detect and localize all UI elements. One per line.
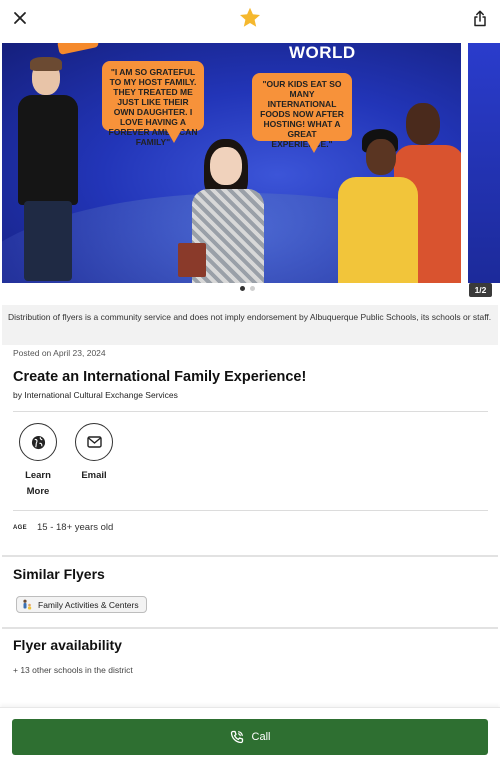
availability-text: + 13 other schools in the district xyxy=(13,665,133,675)
age-range: AGE 15 - 18+ years old xyxy=(13,522,113,533)
age-tag: AGE xyxy=(13,524,27,531)
pagination-dot[interactable] xyxy=(250,286,255,291)
email-label: Email xyxy=(81,470,107,481)
section-separator xyxy=(2,627,498,629)
family-activities-icon xyxy=(23,599,32,610)
divider xyxy=(13,411,488,412)
book-graphic xyxy=(178,243,206,277)
share-icon xyxy=(474,10,486,26)
email-button[interactable]: Email xyxy=(64,423,124,484)
student-figure-legs xyxy=(24,201,72,281)
availability-title: Flyer availability xyxy=(13,637,122,653)
disclaimer-text: Distribution of flyers is a community se… xyxy=(2,305,498,345)
phone-call-icon xyxy=(230,730,243,744)
flyer-detail-page: WORLD "I AM SO GRATEFUL TO MY HOST FAMIL… xyxy=(0,0,500,764)
call-button[interactable]: Call xyxy=(12,719,488,755)
student-figure xyxy=(18,95,78,205)
pagination-dot-active[interactable] xyxy=(240,286,245,291)
globe-icon xyxy=(31,435,45,449)
slide-counter: 1/2 xyxy=(469,283,492,297)
decorative-banner xyxy=(56,43,100,56)
woman-figure xyxy=(338,177,418,283)
mail-icon xyxy=(86,436,102,448)
top-bar xyxy=(0,0,500,40)
flyer-image[interactable]: WORLD "I AM SO GRATEFUL TO MY HOST FAMIL… xyxy=(2,43,461,283)
carousel-pagination xyxy=(240,286,260,292)
star-icon xyxy=(240,7,260,27)
call-button-label: Call xyxy=(251,731,271,743)
category-chip-label: Family Activities & Centers xyxy=(38,599,139,610)
bottom-action-bar: Call xyxy=(0,707,500,764)
woman-figure-head xyxy=(366,139,396,175)
favorite-button[interactable] xyxy=(236,4,264,32)
flyer-heading: WORLD xyxy=(289,43,356,62)
flyer-byline: by International Cultural Exchange Servi… xyxy=(13,390,178,400)
flyer-title: Create an International Family Experienc… xyxy=(13,369,307,385)
close-button[interactable] xyxy=(6,6,34,30)
divider xyxy=(13,510,488,511)
learn-more-circle[interactable] xyxy=(19,423,57,461)
age-value: 15 - 18+ years old xyxy=(37,522,114,533)
student-figure-hair xyxy=(30,57,62,71)
section-separator xyxy=(2,555,498,557)
next-slide-preview[interactable] xyxy=(468,43,500,283)
quote-bubble-family: "OUR KIDS EAT SO MANY INTERNATIONAL FOOD… xyxy=(252,73,352,153)
learn-more-button[interactable]: Learn More xyxy=(8,423,68,500)
similar-flyers-title: Similar Flyers xyxy=(13,566,105,582)
share-button[interactable] xyxy=(466,6,494,30)
girl-figure-head xyxy=(210,147,242,185)
close-icon xyxy=(14,12,26,24)
email-circle[interactable] xyxy=(75,423,113,461)
flyer-carousel[interactable]: WORLD "I AM SO GRATEFUL TO MY HOST FAMIL… xyxy=(2,43,500,283)
quote-bubble-student: "I AM SO GRATEFUL TO MY HOST FAMILY. THE… xyxy=(102,61,204,147)
category-chip[interactable]: Family Activities & Centers xyxy=(16,596,147,613)
learn-more-label: Learn More xyxy=(25,470,51,497)
man-figure-head xyxy=(406,103,440,145)
posted-date: Posted on April 23, 2024 xyxy=(13,348,106,358)
